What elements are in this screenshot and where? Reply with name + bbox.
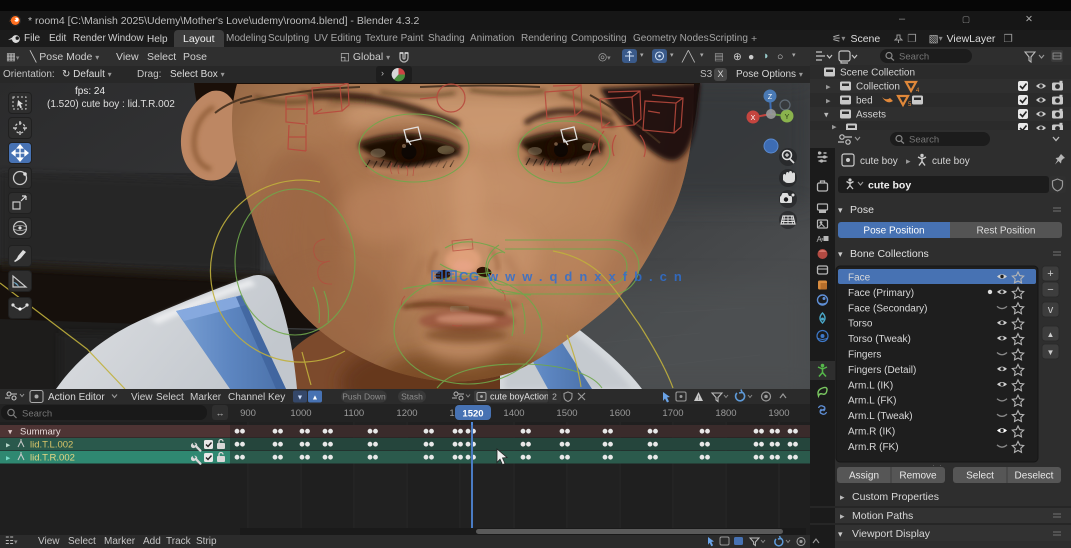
svg-text:Custom Properties: Custom Properties <box>852 491 939 503</box>
svg-text:1900: 1900 <box>768 408 789 419</box>
svg-text:Pose Position: Pose Position <box>863 226 924 237</box>
svg-text:−: − <box>1047 284 1053 296</box>
svg-text:www.qdnxxfb.cn: www.qdnxxfb.cn <box>487 269 689 284</box>
svg-text:1600: 1600 <box>609 408 630 419</box>
svg-text:lid.T.R.002: lid.T.R.002 <box>30 453 75 464</box>
svg-text:▸: ▸ <box>906 156 911 166</box>
svg-text:cute boyAction: cute boyAction <box>490 392 549 402</box>
svg-text:1000: 1000 <box>290 408 311 419</box>
svg-text:Push Down: Push Down <box>342 392 386 402</box>
svg-text:▸: ▸ <box>6 453 11 463</box>
svg-text:Select: Select <box>966 471 994 482</box>
svg-text:Arm.R (IK): Arm.R (IK) <box>848 427 895 438</box>
svg-text:Viewport Display: Viewport Display <box>852 528 931 540</box>
svg-text:Search: Search <box>899 52 929 63</box>
svg-text:bed: bed <box>856 96 873 107</box>
svg-text:Assets: Assets <box>856 110 886 121</box>
svg-text:Arm.L (IK): Arm.L (IK) <box>848 380 893 391</box>
svg-text:Collection: Collection <box>856 82 900 93</box>
svg-text:▸: ▸ <box>826 82 831 92</box>
svg-text:▾: ▾ <box>8 427 13 437</box>
svg-text:▾: ▾ <box>838 205 843 215</box>
svg-text:Rest Position: Rest Position <box>977 226 1036 237</box>
svg-text:Y: Y <box>785 114 790 121</box>
svg-text:Select: Select <box>156 392 184 403</box>
svg-text:lid.T.L.002: lid.T.L.002 <box>30 440 73 451</box>
svg-text:cute boy: cute boy <box>868 180 911 192</box>
svg-text:Pose: Pose <box>850 204 874 216</box>
svg-text:▾: ▾ <box>824 110 829 120</box>
svg-text:Assign: Assign <box>849 471 879 482</box>
svg-text:1800: 1800 <box>715 408 736 419</box>
svg-text:▸: ▸ <box>826 96 831 106</box>
svg-text:▲: ▲ <box>1047 330 1055 339</box>
svg-text:▸: ▸ <box>840 511 845 521</box>
svg-text:▸: ▸ <box>6 440 11 450</box>
svg-text:Bone Collections: Bone Collections <box>850 248 929 260</box>
svg-text:1400: 1400 <box>503 408 524 419</box>
svg-text:cute boy: cute boy <box>860 156 898 167</box>
svg-text:View: View <box>131 392 153 403</box>
svg-text:cute boy: cute boy <box>932 156 970 167</box>
svg-text:Channel: Channel <box>228 392 265 403</box>
svg-text:▸: ▸ <box>840 492 845 502</box>
svg-text:Face (Secondary): Face (Secondary) <box>848 303 927 314</box>
svg-text:Torso: Torso <box>848 319 873 330</box>
svg-text:Remove: Remove <box>899 471 937 482</box>
svg-text:1500: 1500 <box>556 408 577 419</box>
svg-text:Arm.L (Tweak): Arm.L (Tweak) <box>848 411 913 422</box>
svg-text:▲: ▲ <box>312 395 319 402</box>
svg-text:1200: 1200 <box>396 408 417 419</box>
svg-text:Torso (Tweak): Torso (Tweak) <box>848 334 911 345</box>
svg-text:Marker: Marker <box>190 392 222 403</box>
svg-text:Motion Paths: Motion Paths <box>852 510 913 522</box>
svg-text:Arm.R (FK): Arm.R (FK) <box>848 442 899 453</box>
svg-text:▼: ▼ <box>1047 348 1055 357</box>
svg-text:Face: Face <box>848 273 871 284</box>
svg-text:Key: Key <box>268 392 285 403</box>
svg-text:1700: 1700 <box>662 408 683 419</box>
svg-text:X: X <box>751 115 756 122</box>
svg-text:Deselect: Deselect <box>1015 471 1054 482</box>
svg-text:▾: ▾ <box>838 249 843 259</box>
svg-text:Arm.L (FK): Arm.L (FK) <box>848 396 897 407</box>
svg-text:▸: ▸ <box>832 122 837 131</box>
svg-text:900: 900 <box>240 408 256 419</box>
svg-text:Fingers: Fingers <box>848 350 881 361</box>
svg-text:2: 2 <box>552 392 557 402</box>
svg-text:Action Editor: Action Editor <box>48 392 105 403</box>
svg-text:▼: ▼ <box>297 395 304 402</box>
svg-text:1520: 1520 <box>462 409 483 420</box>
svg-text:Z: Z <box>768 94 773 101</box>
svg-text:↔: ↔ <box>216 408 225 418</box>
svg-text:1100: 1100 <box>344 408 364 419</box>
svg-text:Scene Collection: Scene Collection <box>840 68 915 79</box>
svg-text:Search: Search <box>909 135 939 146</box>
svg-text:Stash: Stash <box>401 392 423 402</box>
svg-text:Summary: Summary <box>20 427 61 438</box>
svg-text:Search: Search <box>22 409 52 420</box>
svg-text:Fingers (Detail): Fingers (Detail) <box>848 365 916 376</box>
svg-text:v: v <box>1048 304 1054 316</box>
svg-text:Face (Primary): Face (Primary) <box>848 288 914 299</box>
svg-text:CG: CG <box>459 269 480 284</box>
svg-text:+: + <box>1047 268 1053 280</box>
